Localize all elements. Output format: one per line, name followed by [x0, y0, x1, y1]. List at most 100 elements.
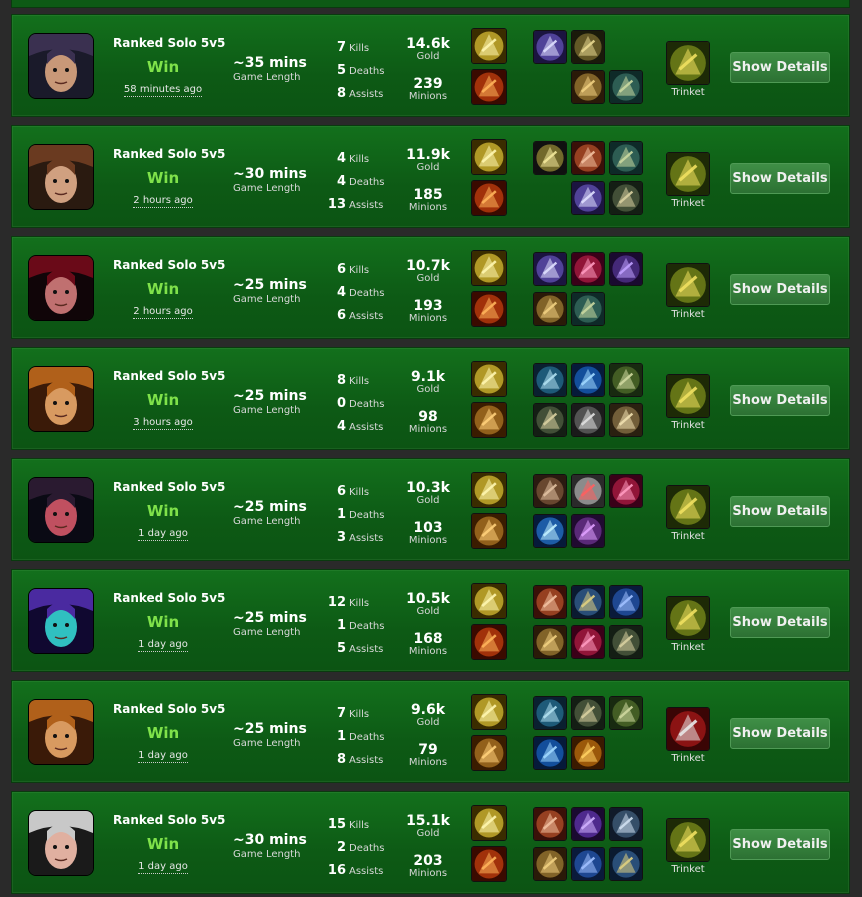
warding-totem-icon[interactable]	[666, 485, 710, 529]
warding-totem-icon[interactable]	[666, 41, 710, 85]
time-ago[interactable]: 2 hours ago	[113, 195, 213, 208]
gauntlet-item-icon[interactable]	[533, 474, 567, 508]
cleaver-item-icon[interactable]	[533, 807, 567, 841]
flash-spell-icon[interactable]	[471, 694, 507, 730]
minions-stat: 168 Minions	[398, 631, 458, 657]
show-details-button[interactable]: Show Details	[730, 274, 830, 305]
time-ago[interactable]: 1 day ago	[113, 528, 213, 541]
show-details-button[interactable]: Show Details	[730, 607, 830, 638]
eye-item-icon[interactable]	[533, 696, 567, 730]
exhaust-spell-icon[interactable]	[471, 735, 507, 771]
champion-portrait[interactable]	[28, 810, 94, 876]
boots-item-icon[interactable]	[609, 70, 643, 104]
sword-item-icon[interactable]	[533, 625, 567, 659]
rune-item-icon[interactable]	[571, 807, 605, 841]
time-ago[interactable]: 1 day ago	[113, 750, 213, 763]
hammer-item-icon[interactable]	[571, 585, 605, 619]
flash-spell-icon[interactable]	[471, 361, 507, 397]
cleaver-item-icon[interactable]	[571, 141, 605, 175]
ignite-spell-icon[interactable]	[471, 291, 507, 327]
dagger-item-icon[interactable]	[609, 252, 643, 286]
minions-stat: 79 Minions	[398, 742, 458, 768]
show-details-button[interactable]: Show Details	[730, 52, 830, 83]
crystal-item-icon[interactable]	[571, 252, 605, 286]
flash-spell-icon[interactable]	[471, 472, 507, 508]
blade-item-icon[interactable]	[533, 252, 567, 286]
ignite-spell-icon[interactable]	[471, 624, 507, 660]
mask-item-icon[interactable]	[571, 474, 605, 508]
champion-portrait[interactable]	[28, 144, 94, 210]
axe-item-icon[interactable]	[609, 807, 643, 841]
match-row: Ranked Solo 5v5 Win 1 day ago ~25 mins G…	[11, 680, 850, 783]
ignite-spell-icon[interactable]	[471, 180, 507, 216]
blade-item-icon[interactable]	[571, 181, 605, 215]
sword-item-icon[interactable]	[571, 70, 605, 104]
time-ago[interactable]: 2 hours ago	[113, 306, 213, 319]
time-ago[interactable]: 3 hours ago	[113, 417, 213, 430]
chest-item-icon[interactable]	[571, 403, 605, 437]
gold-stat: 15.1k Gold	[398, 813, 458, 839]
staff-item-icon[interactable]	[609, 585, 643, 619]
wave-item-icon[interactable]	[533, 736, 567, 770]
champion-portrait[interactable]	[28, 588, 94, 654]
sword-item-icon[interactable]	[533, 847, 567, 881]
horn-item-icon[interactable]	[609, 625, 643, 659]
deaths-stat: 1 Deaths	[312, 503, 392, 522]
wand-item-icon[interactable]	[571, 514, 605, 548]
warding-totem-icon[interactable]	[666, 263, 710, 307]
exhaust-spell-icon[interactable]	[471, 513, 507, 549]
wave-item-icon[interactable]	[571, 363, 605, 397]
champion-portrait[interactable]	[28, 255, 94, 321]
crystal-item-icon[interactable]	[609, 474, 643, 508]
cleaver-item-icon[interactable]	[533, 585, 567, 619]
flash-spell-icon[interactable]	[471, 28, 507, 64]
flame-item-icon[interactable]	[571, 736, 605, 770]
show-details-button[interactable]: Show Details	[730, 829, 830, 860]
time-ago[interactable]: 1 day ago	[113, 861, 213, 874]
match-result: Win	[146, 58, 180, 76]
kills-label: Kills	[349, 820, 370, 831]
triforce-item-icon[interactable]	[533, 141, 567, 175]
sweeping-lens-icon[interactable]	[666, 707, 710, 751]
gold-value: 10.5k	[406, 591, 450, 607]
boots-item-icon[interactable]	[571, 292, 605, 326]
horn-item-icon[interactable]	[533, 403, 567, 437]
ignite-spell-icon[interactable]	[471, 69, 507, 105]
horn-item-icon[interactable]	[571, 696, 605, 730]
hat-item-icon[interactable]	[609, 363, 643, 397]
horn-item-icon[interactable]	[609, 181, 643, 215]
flash-spell-icon[interactable]	[471, 250, 507, 286]
sword-item-icon[interactable]	[533, 292, 567, 326]
time-ago[interactable]: 58 minutes ago	[113, 84, 213, 97]
crystal-item-icon[interactable]	[571, 625, 605, 659]
hammer-item-icon[interactable]	[609, 847, 643, 881]
boots-item-icon[interactable]	[609, 141, 643, 175]
exhaust-spell-icon[interactable]	[471, 402, 507, 438]
champion-portrait[interactable]	[28, 33, 94, 99]
flash-spell-icon[interactable]	[471, 805, 507, 841]
spear-item-icon[interactable]	[571, 30, 605, 64]
blade-item-icon[interactable]	[533, 30, 567, 64]
time-ago-text: 2 hours ago	[133, 195, 193, 208]
cloak-item-icon[interactable]	[609, 403, 643, 437]
flash-spell-icon[interactable]	[471, 583, 507, 619]
champion-portrait[interactable]	[28, 699, 94, 765]
warding-totem-icon[interactable]	[666, 374, 710, 418]
show-details-button[interactable]: Show Details	[730, 496, 830, 527]
show-details-button[interactable]: Show Details	[730, 385, 830, 416]
orb-item-icon[interactable]	[533, 514, 567, 548]
warding-totem-icon[interactable]	[666, 596, 710, 640]
warding-totem-icon[interactable]	[666, 152, 710, 196]
flash-spell-icon[interactable]	[471, 139, 507, 175]
eye-item-icon[interactable]	[533, 363, 567, 397]
match-row: Ranked Solo 5v5 Win 1 day ago ~30 mins G…	[11, 791, 850, 894]
show-details-button[interactable]: Show Details	[730, 718, 830, 749]
champion-portrait[interactable]	[28, 366, 94, 432]
show-details-button[interactable]: Show Details	[730, 163, 830, 194]
time-ago[interactable]: 1 day ago	[113, 639, 213, 652]
warding-totem-icon[interactable]	[666, 818, 710, 862]
hat-item-icon[interactable]	[609, 696, 643, 730]
ignite-spell-icon[interactable]	[471, 846, 507, 882]
champion-portrait[interactable]	[28, 477, 94, 543]
staff-item-icon[interactable]	[571, 847, 605, 881]
